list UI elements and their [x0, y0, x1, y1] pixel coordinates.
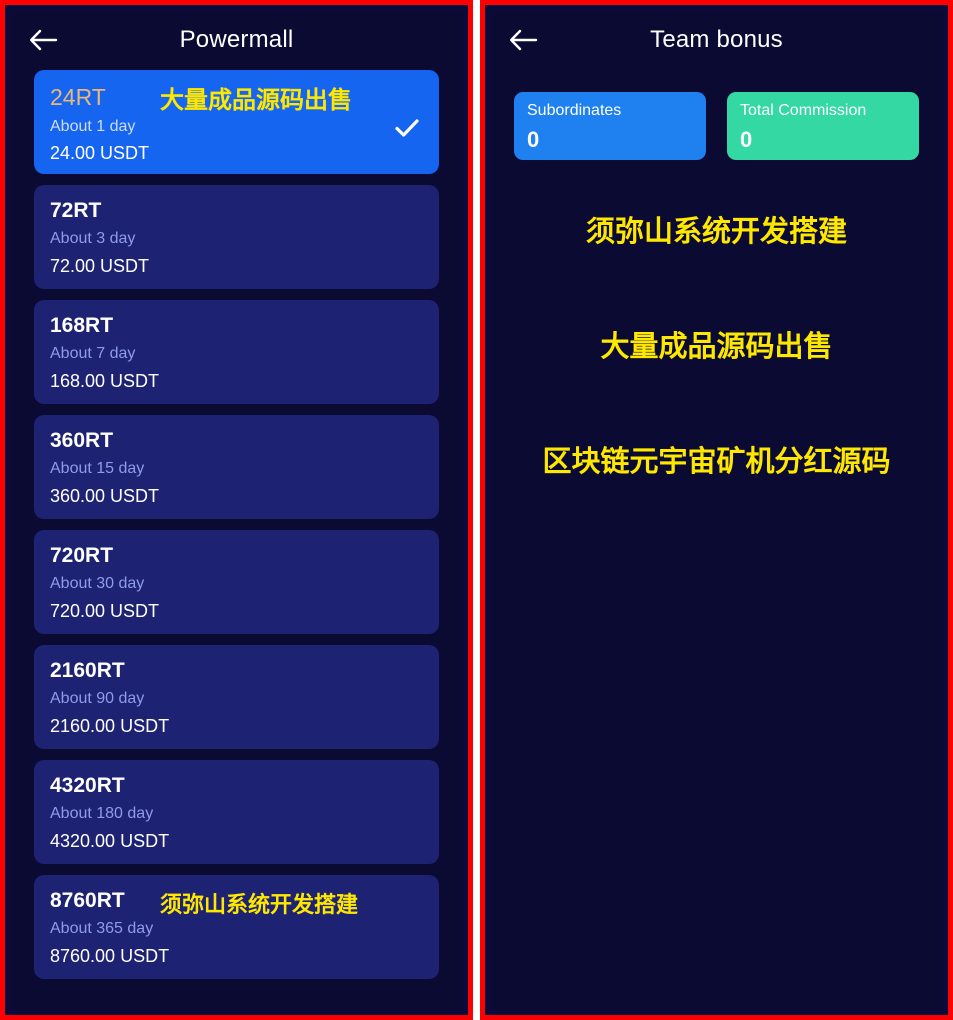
plan-duration: About 1 day: [50, 118, 136, 136]
plan-list: 24RT About 1 day 24.00 USDT 大量成品源码出售 72R…: [10, 70, 463, 979]
dual-screen-container: Powermall 24RT About 1 day 24.00 USDT 大量…: [0, 0, 953, 1020]
plan-card[interactable]: 360RT About 15 day 360.00 USDT: [34, 415, 439, 519]
plan-name: 24RT: [50, 84, 106, 110]
stat-value: 0: [527, 126, 540, 152]
powermall-screen: Powermall 24RT About 1 day 24.00 USDT 大量…: [0, 0, 473, 1020]
plan-price: 2160.00 USDT: [50, 715, 170, 736]
promo-line: 区块链元宇宙矿机分红源码: [542, 444, 891, 478]
page-title-left: Powermall: [179, 26, 294, 53]
plan-name: 360RT: [50, 429, 114, 452]
plan-duration: About 180 day: [50, 805, 154, 823]
stats-row: Subordinates 0 Total Commission 0: [490, 70, 943, 160]
check-icon: [395, 118, 419, 138]
plan-card[interactable]: 8760RT About 365 day 8760.00 USDT 须弥山系统开…: [34, 875, 439, 979]
promo-line: 须弥山系统开发搭建: [585, 214, 847, 248]
plan-price: 4320.00 USDT: [50, 830, 170, 851]
plan-price: 168.00 USDT: [50, 370, 160, 391]
stat-label: Subordinates: [527, 102, 622, 119]
plan-price: 360.00 USDT: [50, 485, 160, 506]
team-bonus-appbar: Team bonus: [490, 10, 943, 70]
plan-name: 8760RT: [50, 889, 125, 912]
plan-price: 720.00 USDT: [50, 600, 160, 621]
plan-card[interactable]: 24RT About 1 day 24.00 USDT 大量成品源码出售: [34, 70, 439, 174]
back-button-right[interactable]: [506, 23, 540, 57]
plan-price: 24.00 USDT: [50, 143, 150, 164]
plan-name: 72RT: [50, 199, 102, 222]
arrow-left-icon: [508, 27, 538, 53]
team-bonus-screen-content: Team bonus Subordinates 0 Total Commissi…: [490, 10, 943, 1010]
plan-name: 720RT: [50, 544, 114, 567]
powermall-appbar: Powermall: [10, 10, 463, 70]
stat-label: Total Commission: [740, 102, 867, 119]
plan-duration: About 30 day: [50, 575, 145, 593]
plan-card[interactable]: 168RT About 7 day 168.00 USDT: [34, 300, 439, 404]
promo-line: 大量成品源码出售: [600, 329, 833, 363]
team-bonus-screen: Team bonus Subordinates 0 Total Commissi…: [480, 0, 953, 1020]
plan-price: 8760.00 USDT: [50, 945, 170, 966]
page-title-right: Team bonus: [650, 26, 783, 53]
plan-card[interactable]: 72RT About 3 day 72.00 USDT: [34, 185, 439, 289]
plan-card[interactable]: 720RT About 30 day 720.00 USDT: [34, 530, 439, 634]
plan-duration: About 365 day: [50, 920, 154, 938]
plan-duration: About 15 day: [50, 460, 145, 478]
powermall-screen-content: Powermall 24RT About 1 day 24.00 USDT 大量…: [10, 10, 463, 1010]
plan-card[interactable]: 2160RT About 90 day 2160.00 USDT: [34, 645, 439, 749]
promo-text-block: 须弥山系统开发搭建 大量成品源码出售 区块链元宇宙矿机分红源码: [490, 160, 943, 480]
arrow-left-icon: [28, 27, 58, 53]
plan-duration: About 3 day: [50, 230, 136, 248]
stat-value: 0: [740, 126, 753, 152]
plan-duration: About 7 day: [50, 345, 136, 363]
stat-card-total-commission[interactable]: Total Commission 0: [727, 92, 919, 160]
plan-name: 168RT: [50, 314, 114, 337]
plan-name: 4320RT: [50, 774, 125, 797]
plan-duration: About 90 day: [50, 690, 145, 708]
back-button-left[interactable]: [26, 23, 60, 57]
plan-price: 72.00 USDT: [50, 255, 150, 276]
plan-name: 2160RT: [50, 659, 125, 682]
plan-card[interactable]: 4320RT About 180 day 4320.00 USDT: [34, 760, 439, 864]
stat-card-subordinates[interactable]: Subordinates 0: [514, 92, 706, 160]
